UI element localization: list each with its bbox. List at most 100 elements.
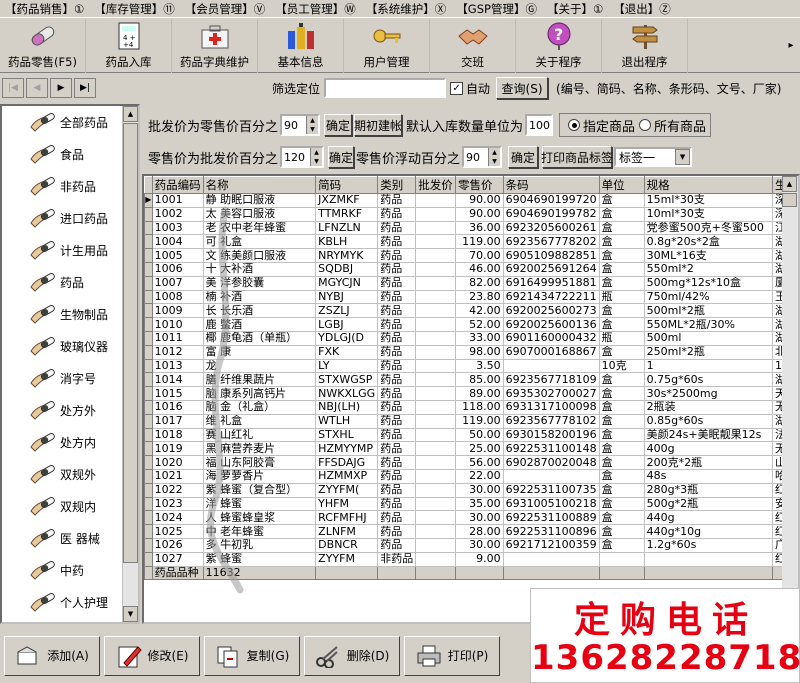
- category-item-3[interactable]: 进口药品: [2, 202, 138, 234]
- action-button-1[interactable]: 修改(E): [104, 635, 200, 676]
- category-item-1[interactable]: 食品: [2, 138, 138, 170]
- label-template-select[interactable]: 标签一 ▼: [614, 147, 693, 167]
- column-header-3[interactable]: 类别: [377, 176, 417, 194]
- scroll-down-icon[interactable]: ▼: [123, 606, 138, 622]
- retail-confirm-button[interactable]: 确定: [328, 146, 355, 168]
- grid-scrollbar[interactable]: ▲: [782, 176, 798, 622]
- table-row[interactable]: 1008 楠 补酒 NYBJ 药品 23.80 6921434722211 瓶 750ml/4…: [144, 289, 798, 305]
- category-item-12[interactable]: 双规内: [2, 490, 138, 522]
- menu-item-0[interactable]: 【药品销售】①: [0, 1, 89, 17]
- table-row[interactable]: 1007 美 洋参胶囊 MGYCJN 药品 82.00 6916499951881 盒 500…: [144, 275, 798, 291]
- toolbar-button-1[interactable]: 4 + +4 药品入库: [86, 19, 172, 73]
- wholesale-confirm-button[interactable]: 确定: [324, 114, 353, 136]
- filter-input[interactable]: [324, 78, 447, 98]
- menu-item-2[interactable]: 【会员管理】Ⓥ: [180, 1, 271, 17]
- table-row[interactable]: 1013 龙 LY 药品 3.50 10克 1 1: [144, 358, 798, 374]
- radio-all[interactable]: [639, 119, 652, 131]
- table-row[interactable]: 1012 富 康 FXK 药品 98.00 6907000168867 盒 250ml*2瓶北: [144, 344, 798, 360]
- category-item-6[interactable]: 生物制品: [2, 298, 138, 330]
- radio-specified[interactable]: [568, 119, 581, 131]
- table-row[interactable]: 1010 鹿 鳖酒 LGBJ 药品 52.00 6920025600136 盒 550ML*2…: [144, 317, 798, 332]
- table-row[interactable]: 1026 多 牛初乳 DBNCR 药品 30.00 6921712100359 盒 1.2g*…: [144, 537, 798, 553]
- chevron-down-icon[interactable]: ▼: [675, 149, 691, 165]
- table-row[interactable]: 1019 黑 麻营养麦片 HZMYYMP 药品 25.00 6922531100148 盒 4…: [144, 441, 798, 457]
- table-row[interactable]: 1003 老 农中老年蜂蜜 LFNZLN 药品 36.00 6923205600261 盒党…: [144, 220, 798, 236]
- table-row[interactable]: 1018 赛 山红礼 STXHL 药品 50.00 6930158200196 盒美颜24s…: [144, 427, 798, 443]
- category-item-14[interactable]: 中药: [2, 554, 138, 586]
- opening-account-button[interactable]: 期初建帐: [354, 114, 402, 136]
- toolbar-button-5[interactable]: 交班: [430, 19, 516, 73]
- table-row[interactable]: 1005 文 练美颜口服液 NRYMYK 药品 70.00 6905109882851 盒 3…: [144, 248, 798, 263]
- column-header-6[interactable]: 条码: [502, 176, 600, 194]
- category-item-7[interactable]: 玻璃仪器: [2, 330, 138, 362]
- column-header-4[interactable]: 批发价: [415, 176, 457, 194]
- retail-percent-stepper[interactable]: 120 ▲ ▼: [280, 146, 325, 168]
- column-header-2[interactable]: 简码: [315, 176, 379, 194]
- table-row[interactable]: 1021 海 萝萝香片 HZMMXP 药品 22.00 盒 48s 哈: [144, 468, 798, 484]
- last-record-button[interactable]: ▶|: [74, 78, 96, 98]
- toolbar-button-0[interactable]: 药品零售(F5): [0, 19, 86, 73]
- stepper-arrows-icon[interactable]: ▲ ▼: [310, 148, 323, 166]
- table-row[interactable]: 1025 中 老年蜂蜜 ZLNFM 药品 28.00 6922531100896 盒 440g…: [144, 524, 798, 539]
- table-row[interactable]: 1004 可 礼盒 KBLH 药品 119.00 6923567778202 盒 0.8g*2…: [144, 234, 798, 250]
- auto-checkbox-box[interactable]: ✓: [450, 81, 464, 95]
- toolbar-more-icon[interactable]: ▸: [782, 19, 800, 72]
- column-header-0[interactable]: 药品编码: [151, 176, 204, 194]
- auto-checkbox[interactable]: ✓ 自动: [450, 80, 490, 97]
- action-button-0[interactable]: 添加(A): [4, 635, 100, 676]
- action-button-2[interactable]: 复制(G): [204, 635, 300, 676]
- float-percent-stepper[interactable]: 90 ▲ ▼: [462, 146, 503, 168]
- table-row[interactable]: 1027 紫 蜂蜜 ZYYFM 非药品 9.00 红: [144, 551, 798, 567]
- column-header-7[interactable]: 单位: [598, 176, 645, 194]
- table-row[interactable]: ▶ 1001 静 助眠口服液 JXZMKF 药品 90.00 6904690199720 盒 1…: [144, 193, 798, 208]
- category-item-11[interactable]: 双规外: [2, 458, 138, 490]
- category-item-0[interactable]: 全部药品: [2, 106, 138, 138]
- float-confirm-button[interactable]: 确定: [508, 146, 539, 168]
- table-row[interactable]: 1022 紫 蜂蜜（复合型） ZYYFM(药品 30.00 6922531100735 盒…: [144, 482, 798, 498]
- menu-item-1[interactable]: 【库存管理】⑪: [89, 1, 180, 17]
- action-button-4[interactable]: 打印(P): [404, 635, 500, 676]
- category-item-15[interactable]: 个人护理: [2, 586, 138, 618]
- category-item-9[interactable]: 处方外: [2, 394, 138, 426]
- table-row[interactable]: 1017 维 礼盒 WTLH 药品 119.00 6923567778102 盒 0.85g*…: [144, 413, 798, 429]
- toolbar-button-3[interactable]: 基本信息: [258, 19, 344, 73]
- table-row[interactable]: 1015 脑 康系列高钙片 NWKXLGG 药品 89.00 6935302700027 盒…: [144, 386, 798, 401]
- toolbar-button-7[interactable]: 退出程序: [602, 19, 688, 73]
- column-header-5[interactable]: 零售价: [455, 176, 504, 194]
- category-item-5[interactable]: 药品: [2, 266, 138, 298]
- prev-record-button[interactable]: ◀: [26, 78, 48, 98]
- table-row[interactable]: 1014 膳 纤维果蔬片 STXWGSP 药品 85.00 6923567718109 盒 0…: [144, 372, 798, 388]
- category-item-13[interactable]: 医 器械: [2, 522, 138, 554]
- sidebar-scrollbar[interactable]: ▲ ▼: [122, 106, 138, 622]
- table-row[interactable]: 1009 长 长乐酒 ZSZLJ 药品 42.00 6920025600273 盒 500ml…: [144, 303, 798, 319]
- toolbar-button-6[interactable]: ? 关于程序: [516, 19, 602, 73]
- column-header-8[interactable]: 规格: [643, 176, 773, 194]
- table-row[interactable]: 1023 洋 蜂蜜 YHFM 药品 35.00 6931005100218 盒 500g*2瓶…: [144, 496, 798, 512]
- category-item-10[interactable]: 处方内: [2, 426, 138, 458]
- column-header-1[interactable]: 名称: [202, 176, 317, 194]
- table-row[interactable]: 1024 人 蜂蜜蜂皇浆 RCFMFHJ 药品 30.00 6922531100889 盒 4…: [144, 510, 798, 526]
- first-record-button[interactable]: |◀: [2, 78, 24, 98]
- table-row[interactable]: 1006 十 大补酒 SQDBJ 药品 46.00 6920025691264 盒 550ml…: [144, 261, 798, 277]
- table-row[interactable]: 1020 福 山东阿胶膏 FFSDAJG 药品 56.00 6902870020048 盒 2…: [144, 455, 798, 470]
- menu-item-4[interactable]: 【系统维护】Ⓧ: [361, 1, 452, 17]
- category-item-8[interactable]: 消字号: [2, 362, 138, 394]
- table-row[interactable]: 1002 太 美容口服液 TTMRKF 药品 90.00 6904690199782 盒 10…: [144, 206, 798, 222]
- category-item-2[interactable]: 非药品: [2, 170, 138, 202]
- action-button-3[interactable]: 删除(D): [304, 635, 400, 676]
- stepper-arrows-icon[interactable]: ▲ ▼: [488, 148, 501, 166]
- grid-scroll-thumb[interactable]: [782, 193, 797, 207]
- print-label-button[interactable]: 打印商品标签: [541, 146, 613, 168]
- toolbar-button-4[interactable]: 用户管理: [344, 19, 430, 73]
- next-record-button[interactable]: ▶: [50, 78, 72, 98]
- table-row[interactable]: 1011 椰 鹿龟酒（单瓶） YDLGJ(D 药品 33.00 6901160000432…: [144, 330, 798, 346]
- table-row[interactable]: 1016 脑 金（礼盒） NBJ(LH) 药品 118.00 6931317100098 盒…: [144, 399, 798, 415]
- query-button[interactable]: 查询(S): [496, 77, 549, 99]
- toolbar-button-2[interactable]: 药品字典维护: [172, 19, 258, 73]
- scroll-up-icon[interactable]: ▲: [123, 106, 138, 122]
- wholesale-percent-stepper[interactable]: 90 ▲ ▼: [280, 114, 321, 136]
- menu-item-5[interactable]: 【GSP管理】Ⓖ: [451, 1, 542, 17]
- menu-item-6[interactable]: 【关于】①: [542, 1, 608, 17]
- menu-item-7[interactable]: 【退出】Ⓩ: [608, 1, 676, 17]
- category-item-4[interactable]: 计生用品: [2, 234, 138, 266]
